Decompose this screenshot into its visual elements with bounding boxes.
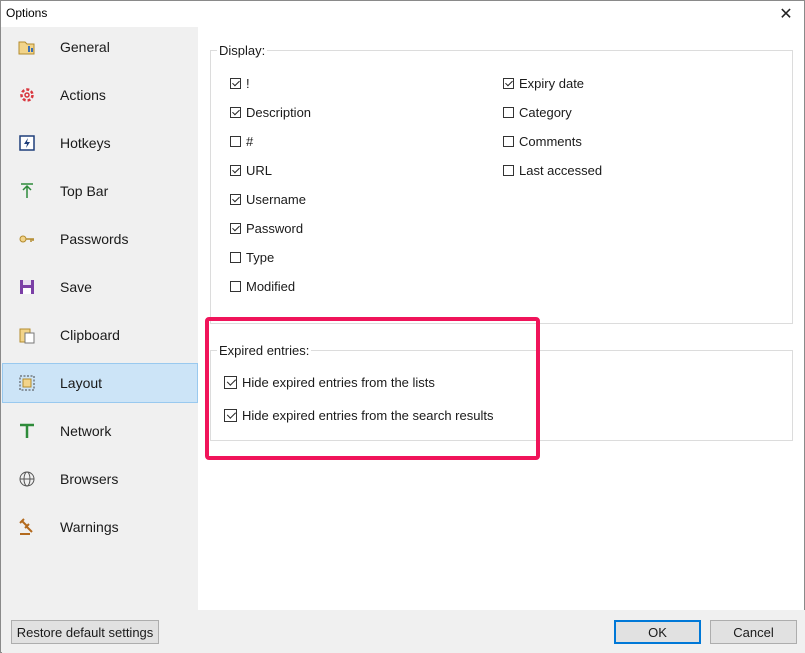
sidebar-item-network[interactable]: Network — [2, 411, 198, 451]
checkbox-label: Hide expired entries from the search res… — [242, 407, 494, 423]
checkbox-hide-expired-lists[interactable]: Hide expired entries from the lists — [224, 373, 435, 391]
sidebar-item-label: Layout — [60, 375, 103, 391]
sidebar-item-label: Clipboard — [60, 327, 120, 343]
dialog-footer: Restore default settings OK Cancel — [2, 610, 805, 653]
globe-icon — [18, 470, 36, 488]
checkbox-label: URL — [246, 162, 273, 178]
cancel-button[interactable]: Cancel — [710, 620, 797, 644]
sidebar-item-clipboard[interactable]: Clipboard — [2, 315, 198, 355]
checkbox-box[interactable] — [230, 222, 241, 234]
display-group: Display: ! Description # URL Username Pa… — [210, 43, 793, 324]
general-icon — [18, 38, 36, 56]
window-title: Options — [6, 6, 48, 20]
gavel-icon — [18, 518, 36, 536]
checkbox-label: # — [246, 133, 254, 149]
sidebar-item-label: Network — [60, 423, 112, 439]
checkbox-label: Password — [246, 220, 304, 236]
checkbox-label: Expiry date — [519, 75, 585, 91]
gear-icon — [18, 86, 36, 104]
checkbox-label: Category — [519, 104, 572, 120]
expired-entries-group-title: Expired entries: — [217, 343, 312, 358]
sidebar-item-warnings[interactable]: Warnings — [2, 507, 198, 547]
checkbox-username[interactable]: Username — [230, 190, 306, 208]
sidebar-item-label: Browsers — [60, 471, 119, 487]
restore-defaults-button[interactable]: Restore default settings — [11, 620, 159, 644]
checkbox-last-accessed[interactable]: Last accessed — [503, 161, 602, 179]
checkbox-number[interactable]: # — [230, 132, 253, 150]
sidebar-item-label: Passwords — [60, 231, 129, 247]
checkbox-label: Last accessed — [519, 162, 603, 178]
checkbox-box[interactable] — [230, 135, 241, 147]
sidebar-item-label: General — [60, 39, 110, 55]
checkbox-box[interactable] — [503, 164, 514, 176]
key-icon — [18, 230, 36, 248]
checkbox-url[interactable]: URL — [230, 161, 272, 179]
checkbox-label: Username — [246, 191, 306, 207]
sidebar-item-passwords[interactable]: Passwords — [2, 219, 198, 259]
checkbox-description[interactable]: Description — [230, 103, 311, 121]
display-group-title: Display: — [217, 43, 268, 58]
layout-icon — [18, 374, 36, 392]
expired-entries-group: Expired entries: Hide expired entries fr… — [210, 343, 793, 441]
checkbox-exclamation[interactable]: ! — [230, 74, 250, 92]
checkbox-comments[interactable]: Comments — [503, 132, 582, 150]
checkbox-box[interactable] — [230, 280, 241, 292]
sidebar-item-label: Save — [60, 279, 92, 295]
checkbox-label: Comments — [519, 133, 582, 149]
sidebar-item-layout[interactable]: Layout — [2, 363, 198, 403]
checkbox-box[interactable] — [230, 77, 241, 89]
sidebar-item-top-bar[interactable]: Top Bar — [2, 171, 198, 211]
options-window: Options ✕ General Actions Hotkeys Top Ba… — [0, 0, 805, 653]
sidebar: General Actions Hotkeys Top Bar Password… — [2, 27, 198, 610]
checkbox-type[interactable]: Type — [230, 248, 274, 266]
checkbox-label: Description — [246, 104, 312, 120]
checkbox-label: Modified — [246, 278, 296, 294]
sidebar-item-actions[interactable]: Actions — [2, 75, 198, 115]
floppy-icon — [18, 278, 36, 296]
hotkey-icon — [18, 134, 36, 152]
checkbox-box[interactable] — [503, 135, 514, 147]
sidebar-item-save[interactable]: Save — [2, 267, 198, 307]
sidebar-item-general[interactable]: General — [2, 27, 198, 67]
checkbox-box[interactable] — [503, 106, 514, 118]
checkbox-expiry-date[interactable]: Expiry date — [503, 74, 584, 92]
clipboard-icon — [18, 326, 36, 344]
checkbox-box[interactable] — [230, 251, 241, 263]
sidebar-item-browsers[interactable]: Browsers — [2, 459, 198, 499]
checkbox-box[interactable] — [230, 193, 241, 205]
close-button[interactable]: ✕ — [768, 1, 804, 27]
network-icon — [18, 422, 36, 440]
layout-settings-panel: Display: ! Description # URL Username Pa… — [198, 27, 804, 610]
checkbox-box[interactable] — [224, 375, 237, 389]
checkbox-category[interactable]: Category — [503, 103, 572, 121]
title-bar: Options ✕ — [1, 1, 804, 27]
topbar-icon — [18, 182, 36, 200]
sidebar-item-label: Hotkeys — [60, 135, 111, 151]
checkbox-box[interactable] — [230, 106, 241, 118]
checkbox-label: Type — [246, 249, 275, 265]
checkbox-label: ! — [246, 75, 250, 91]
checkbox-label: Hide expired entries from the lists — [242, 374, 435, 390]
sidebar-item-hotkeys[interactable]: Hotkeys — [2, 123, 198, 163]
checkbox-hide-expired-search[interactable]: Hide expired entries from the search res… — [224, 406, 493, 424]
checkbox-modified[interactable]: Modified — [230, 277, 295, 295]
checkbox-password[interactable]: Password — [230, 219, 303, 237]
sidebar-item-label: Top Bar — [60, 183, 109, 199]
checkbox-box[interactable] — [224, 408, 237, 422]
checkbox-box[interactable] — [503, 77, 514, 89]
checkbox-box[interactable] — [230, 164, 241, 176]
ok-button[interactable]: OK — [614, 620, 701, 644]
sidebar-item-label: Actions — [60, 87, 106, 103]
sidebar-item-label: Warnings — [60, 519, 119, 535]
